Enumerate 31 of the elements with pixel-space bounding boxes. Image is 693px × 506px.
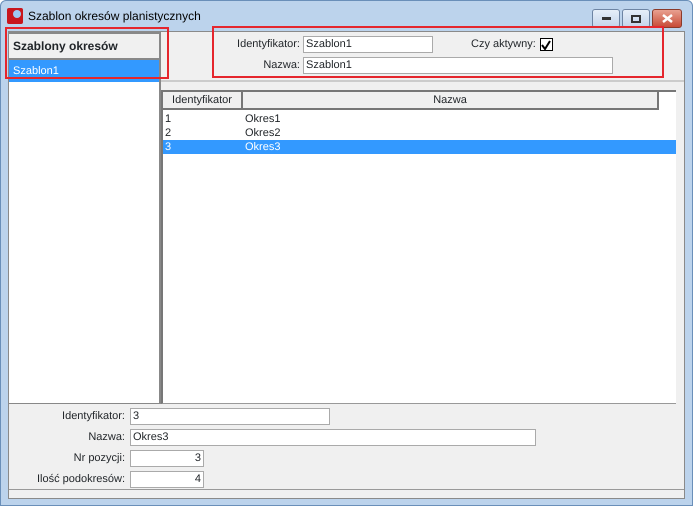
- table-cell-text: Okres2: [244, 126, 282, 140]
- input-field[interactable]: Okres3: [130, 429, 536, 446]
- field-label: Nazwa:: [262, 58, 301, 74]
- checkbox[interactable]: [540, 38, 553, 51]
- column-header[interactable]: Identyfikator: [163, 92, 243, 110]
- field-label: Ilość podokresów:: [36, 472, 125, 488]
- list-header: Szablony okresów: [9, 32, 159, 60]
- input-field[interactable]: 3: [130, 408, 330, 425]
- table-cell-text: 1: [164, 112, 172, 126]
- table-cell-text: 3: [164, 140, 172, 154]
- table-cell-text: Okres1: [244, 112, 282, 126]
- field-label: Identyfikator:: [236, 37, 301, 52]
- input-field[interactable]: Szablon1: [303, 36, 433, 53]
- minimize-icon: [602, 17, 610, 20]
- field-label: Nr pozycji:: [72, 451, 125, 466]
- app-icon: [7, 8, 23, 24]
- column-header[interactable]: Nazwa: [243, 92, 659, 110]
- maximize-icon: [631, 14, 641, 22]
- close-button[interactable]: [652, 9, 682, 28]
- window-title: Szablon okresów planistycznych: [28, 8, 201, 25]
- input-field[interactable]: 3: [130, 450, 204, 467]
- table-cell-text: Okres3: [244, 140, 282, 154]
- input-field[interactable]: Szablon1: [303, 57, 613, 74]
- table-row[interactable]: 2 Okres2: [163, 126, 676, 140]
- checkbox-label: Czy aktywny:: [471, 37, 536, 52]
- field-label: Identyfikator:: [61, 409, 125, 424]
- table-row[interactable]: 1 Okres1: [163, 112, 676, 126]
- close-icon: [662, 14, 672, 23]
- input-field[interactable]: 4: [130, 471, 204, 488]
- table-cell-text: 2: [164, 126, 172, 140]
- field-label: Nazwa:: [87, 430, 125, 446]
